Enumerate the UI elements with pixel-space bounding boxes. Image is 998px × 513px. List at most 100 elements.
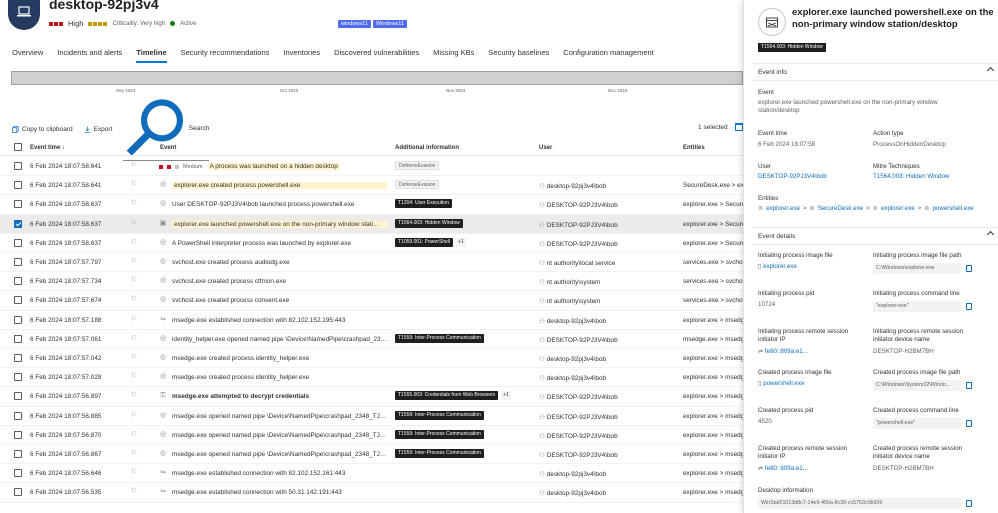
table-row[interactable]: 6 Feb 2024 18:07:56.867 ⚐ ◎ msedge.exe open… bbox=[0, 445, 743, 465]
flag-icon[interactable]: ⚐ bbox=[131, 180, 138, 189]
row-checkbox[interactable] bbox=[14, 181, 22, 190]
flag-icon[interactable]: ⚐ bbox=[131, 295, 138, 304]
tab-configuration-management[interactable]: Configuration management bbox=[563, 48, 653, 63]
flag-icon[interactable]: ⚐ bbox=[131, 430, 138, 439]
row-checkbox[interactable] bbox=[14, 334, 22, 343]
more-tags-badge[interactable]: +1 bbox=[455, 237, 466, 247]
row-checkbox[interactable] bbox=[14, 392, 22, 401]
init-rip-link[interactable]: ⇌ fe80::809a:e1... bbox=[758, 348, 808, 356]
copy-icon[interactable] bbox=[966, 382, 972, 389]
select-all-checkbox[interactable] bbox=[14, 143, 22, 151]
flag-icon[interactable]: ⚐ bbox=[131, 276, 138, 285]
copy-to-clipboard-button[interactable]: Copy to clipboard bbox=[12, 126, 73, 133]
column-user[interactable]: User bbox=[539, 145, 552, 151]
entity-link[interactable]: explorer.exe bbox=[881, 205, 915, 212]
entities-cell: explorer.exe > Secure bbox=[683, 201, 743, 209]
table-row[interactable]: 6 Feb 2024 18:07:57.188 ⚐ ⇋ msedge.exe esta… bbox=[0, 311, 743, 330]
user-icon: ⚇ bbox=[539, 394, 545, 402]
table-row[interactable]: 6 Feb 2024 18:07:58.637 ⚐ ◎ A PowerShell in… bbox=[0, 234, 743, 253]
flag-icon[interactable]: ⚐ bbox=[131, 219, 138, 228]
user-link[interactable]: DESKTOP-92PJ3V4\bob bbox=[758, 173, 827, 181]
device-tag[interactable]: Windows11 bbox=[373, 20, 408, 28]
row-checkbox[interactable] bbox=[14, 162, 22, 170]
more-tags-badge[interactable]: +1 bbox=[501, 391, 511, 401]
flag-icon[interactable]: ⚐ bbox=[131, 257, 138, 266]
tab-overview[interactable]: Overview bbox=[12, 48, 43, 63]
column-event[interactable]: Event bbox=[160, 145, 176, 151]
table-row[interactable]: 6 Feb 2024 18:07:58.641 ⚐ Medium A process … bbox=[0, 157, 743, 177]
tab-timeline[interactable]: Timeline bbox=[136, 48, 167, 63]
created-image-link[interactable]: ▯ powershell.exe bbox=[758, 380, 804, 388]
table-row[interactable]: 6 Feb 2024 18:07:56.870 ⚐ ◎ msedge.exe open… bbox=[0, 426, 743, 445]
table-row[interactable]: 6 Feb 2024 18:07:57.734 ⚐ ◎ svchost.exe cre… bbox=[0, 272, 743, 292]
row-checkbox[interactable] bbox=[14, 450, 22, 458]
tab-security-recommendations[interactable]: Security recommendations bbox=[181, 48, 270, 63]
row-checkbox[interactable] bbox=[14, 200, 22, 209]
table-row[interactable]: 6 Feb 2024 18:07:56.885 ⚐ ◎ msedge.exe open… bbox=[0, 407, 743, 426]
entity-link[interactable]: SecureDesk.exe bbox=[818, 205, 863, 212]
created-rip-link[interactable]: ⇌ fe80::809a:e1... bbox=[758, 465, 808, 473]
copy-icon[interactable] bbox=[966, 500, 972, 507]
process-icon: ◎ bbox=[159, 334, 167, 342]
flag-icon[interactable]: ⚐ bbox=[131, 372, 138, 381]
table-row[interactable]: 6 Feb 2024 18:07:56.535 ⚐ ⇋ msedge.exe esta… bbox=[0, 483, 743, 503]
row-checkbox[interactable] bbox=[14, 296, 22, 305]
table-row[interactable]: 6 Feb 2024 18:07:56.897 ⚐ ⚿ msedge.exe atte… bbox=[0, 387, 743, 407]
row-checkbox[interactable] bbox=[14, 277, 22, 286]
row-checkbox[interactable] bbox=[14, 258, 22, 266]
column-event-time[interactable]: Event time ↓ bbox=[30, 145, 65, 151]
row-checkbox[interactable] bbox=[14, 315, 22, 324]
column-additional-information[interactable]: Additional information bbox=[395, 145, 459, 151]
entity-link[interactable]: explorer.exe bbox=[766, 205, 800, 212]
mitre-technique-link[interactable]: T1564.003: Hidden Window bbox=[873, 173, 949, 181]
tab-missing-kbs[interactable]: Missing KBs bbox=[433, 48, 474, 63]
table-row[interactable]: 6 Feb 2024 18:07:58.641 ⚐ ◎ explorer.exe cr… bbox=[0, 176, 743, 196]
table-row[interactable]: 6 Feb 2024 18:07:57.674 ⚐ ◎ svchost.exe cre… bbox=[0, 291, 743, 311]
table-row[interactable]: 6 Feb 2024 18:07:57.042 ⚐ ◎ msedge.exe crea… bbox=[0, 349, 743, 369]
timeline-range-bar[interactable] bbox=[11, 71, 743, 85]
device-tag[interactable]: windows11 bbox=[338, 20, 371, 28]
flag-icon[interactable]: ⚐ bbox=[131, 238, 138, 247]
tab-inventories[interactable]: Inventories bbox=[283, 48, 320, 63]
flag-icon[interactable]: ⚐ bbox=[131, 487, 138, 496]
row-checkbox[interactable] bbox=[14, 354, 22, 362]
table-row[interactable]: 6 Feb 2024 18:07:56.646 ⚐ ⇋ msedge.exe esta… bbox=[0, 464, 743, 484]
row-checkbox[interactable] bbox=[14, 411, 22, 420]
calendar-icon[interactable] bbox=[735, 123, 743, 131]
table-row[interactable]: 6 Feb 2024 18:07:57.797 ⚐ ◎ svchost.exe cre… bbox=[0, 253, 743, 273]
row-checkbox[interactable] bbox=[14, 219, 22, 228]
flag-icon[interactable]: ⚐ bbox=[131, 391, 138, 400]
event-info-section-header[interactable]: Event info bbox=[752, 63, 998, 81]
table-row[interactable]: 6 Feb 2024 18:07:58.637 ⚐ ▣ explorer.exe la… bbox=[0, 214, 743, 234]
table-row[interactable]: 6 Feb 2024 18:07:57.061 ⚐ ◎ identity_helper… bbox=[0, 330, 743, 349]
table-row[interactable]: 6 Feb 2024 18:07:58.637 ⚐ ◎ User DESKTOP-92… bbox=[0, 195, 743, 215]
copy-icon[interactable] bbox=[966, 303, 972, 310]
alert-title[interactable]: A process was launched on a hidden deskt… bbox=[207, 163, 340, 170]
export-button[interactable]: Export bbox=[84, 126, 112, 133]
copy-icon[interactable] bbox=[966, 420, 972, 427]
init-image-link[interactable]: ▯ explorer.exe bbox=[758, 263, 797, 271]
tab-discovered-vulnerabilities[interactable]: Discovered vulnerabilities bbox=[334, 48, 419, 63]
flag-icon[interactable]: ⚐ bbox=[131, 449, 138, 458]
row-checkbox[interactable] bbox=[14, 488, 22, 497]
entity-link[interactable]: powershell.exe bbox=[932, 205, 973, 212]
flag-icon[interactable]: ⚐ bbox=[131, 353, 138, 362]
column-entities[interactable]: Entities bbox=[683, 145, 705, 151]
row-checkbox[interactable] bbox=[14, 373, 22, 382]
tab-security-baselines[interactable]: Security baselines bbox=[488, 48, 549, 63]
table-row[interactable]: 6 Feb 2024 18:07:57.028 ⚐ ◎ msedge.exe crea… bbox=[0, 368, 743, 388]
flag-icon[interactable]: ⚐ bbox=[131, 199, 138, 208]
row-checkbox[interactable] bbox=[14, 469, 22, 478]
process-icon: ◎ bbox=[159, 450, 167, 457]
flag-icon[interactable]: ⚐ bbox=[131, 161, 138, 170]
copy-icon[interactable] bbox=[966, 265, 972, 272]
row-checkbox[interactable] bbox=[14, 430, 22, 439]
user-label: User bbox=[758, 163, 772, 170]
flag-icon[interactable]: ⚐ bbox=[131, 468, 138, 477]
event-details-section-header[interactable]: Event details bbox=[752, 227, 998, 245]
tab-incidents-and-alerts[interactable]: Incidents and alerts bbox=[57, 48, 122, 63]
flag-icon[interactable]: ⚐ bbox=[131, 334, 138, 343]
row-checkbox[interactable] bbox=[14, 238, 22, 247]
flag-icon[interactable]: ⚐ bbox=[131, 411, 138, 420]
flag-icon[interactable]: ⚐ bbox=[131, 315, 138, 324]
